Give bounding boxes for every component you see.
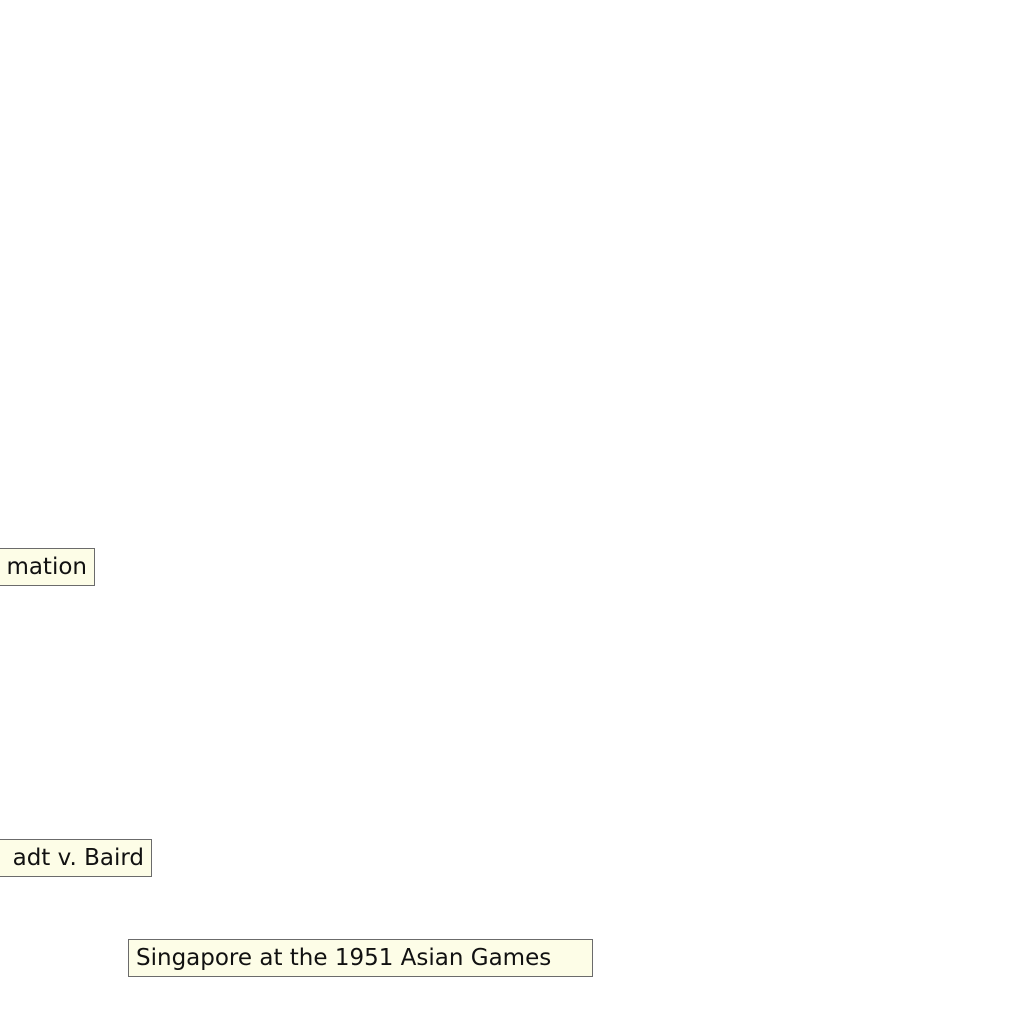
tooltip-label-1: mation <box>0 548 95 586</box>
tooltip-label-3: Singapore at the 1951 Asian Games <box>128 939 593 977</box>
tooltip-label-2: adt v. Baird <box>0 839 152 877</box>
